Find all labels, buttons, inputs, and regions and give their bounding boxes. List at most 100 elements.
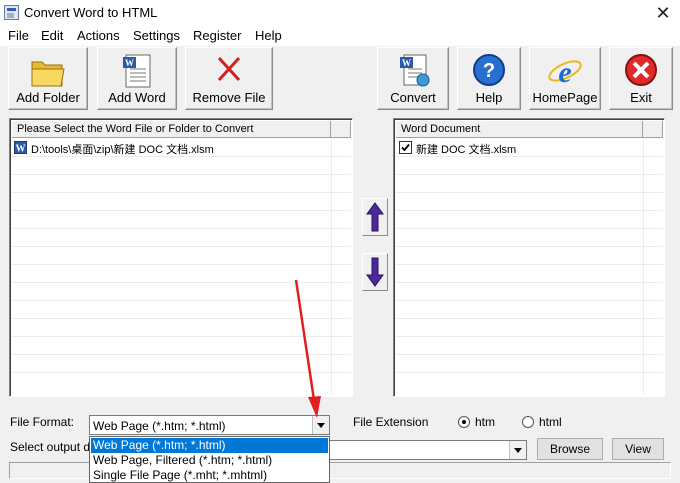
add-word-label: Add Word xyxy=(108,90,166,105)
list-item[interactable]: 新建 DOC 文档.xlsm xyxy=(396,139,643,156)
format-option-web-page[interactable]: Web Page (*.htm; *.html) xyxy=(91,438,328,453)
menu-register[interactable]: Register xyxy=(193,28,241,43)
svg-text:W: W xyxy=(125,58,134,68)
menu-help[interactable]: Help xyxy=(255,28,282,43)
grid-row-line xyxy=(396,354,663,355)
grid-row-line xyxy=(12,318,351,319)
remove-file-label: Remove File xyxy=(192,90,266,105)
menu-edit[interactable]: Edit xyxy=(41,28,63,43)
move-down-button[interactable] xyxy=(362,253,388,291)
exit-label: Exit xyxy=(630,90,652,105)
remove-x-icon xyxy=(217,56,241,82)
grid-row-line xyxy=(12,246,351,247)
exit-button[interactable]: Exit xyxy=(609,47,673,110)
grid-row-line xyxy=(396,174,663,175)
grid-row-line xyxy=(12,354,351,355)
check-icon xyxy=(401,143,410,152)
grid-row-line xyxy=(396,336,663,337)
chevron-down-icon xyxy=(317,423,325,428)
document-checkbox[interactable] xyxy=(399,141,412,154)
ext-html-radio[interactable] xyxy=(522,416,534,428)
grid-row-line xyxy=(396,282,663,283)
word-document-list[interactable]: Word Document 新建 DOC 文档.xlsm xyxy=(393,118,665,397)
source-list-header[interactable]: Please Select the Word File or Folder to… xyxy=(12,121,331,138)
grid-row-line xyxy=(12,228,351,229)
file-format-select[interactable]: Web Page (*.htm; *.html) xyxy=(89,415,330,435)
chevron-down-icon xyxy=(514,448,522,453)
internet-explorer-icon: e xyxy=(548,56,582,89)
browse-button[interactable]: Browse xyxy=(537,438,603,460)
grid-row-line xyxy=(396,228,663,229)
document-name: 新建 DOC 文档.xlsm xyxy=(416,144,517,156)
help-button[interactable]: ? Help xyxy=(457,47,521,110)
word-document-icon: W xyxy=(123,54,151,88)
ext-htm-label: htm xyxy=(475,415,496,429)
svg-text:e: e xyxy=(558,56,571,89)
svg-text:W: W xyxy=(402,58,411,68)
grid-row-line xyxy=(396,246,663,247)
arrow-down-icon xyxy=(366,257,384,287)
grid-row-line xyxy=(12,192,351,193)
grid-row-line xyxy=(12,174,351,175)
convert-label: Convert xyxy=(390,90,436,105)
menu-settings[interactable]: Settings xyxy=(133,28,180,43)
arrow-up-icon xyxy=(366,202,384,232)
exit-icon xyxy=(625,54,657,86)
grid-row-line xyxy=(12,336,351,337)
homepage-button[interactable]: e HomePage xyxy=(529,47,601,110)
grid-row-line xyxy=(12,372,351,373)
source-list-header-blank xyxy=(331,121,351,138)
output-folder-select[interactable] xyxy=(325,440,527,460)
convert-button[interactable]: W Convert xyxy=(377,47,449,110)
help-question-icon: ? xyxy=(473,54,505,86)
menu-file[interactable]: File xyxy=(8,28,29,43)
format-option-web-page-filtered[interactable]: Web Page, Filtered (*.htm; *.html) xyxy=(91,453,328,468)
grid-row-line xyxy=(12,264,351,265)
move-up-button[interactable] xyxy=(362,198,388,236)
file-format-options: Web Page (*.htm; *.html) Web Page, Filte… xyxy=(89,436,330,483)
word-file-icon: W xyxy=(14,141,27,154)
file-extension-label: File Extension xyxy=(353,415,429,429)
menu-bar: File Edit Actions Settings Register Help xyxy=(0,26,680,46)
output-folder-dropdown-button[interactable] xyxy=(509,441,526,459)
folder-icon xyxy=(31,61,65,87)
file-format-label: File Format: xyxy=(10,415,75,429)
svg-text:W: W xyxy=(16,144,26,155)
document-list-header-blank xyxy=(643,121,663,138)
help-label: Help xyxy=(475,90,503,105)
remove-file-button[interactable]: Remove File xyxy=(185,47,273,110)
convert-document-icon: W xyxy=(400,54,430,87)
format-option-single-file-page[interactable]: Single File Page (*.mht; *.mhtml) xyxy=(91,468,328,483)
title-bar: Convert Word to HTML ✕ xyxy=(0,0,680,26)
output-folder-label: Select output d xyxy=(10,440,91,454)
grid-row-line xyxy=(12,300,351,301)
grid-row-line xyxy=(396,300,663,301)
grid-row-line xyxy=(396,210,663,211)
list-item[interactable]: W D:\tools\桌面\zip\新建 DOC 文档.xlsm xyxy=(12,139,331,156)
grid-row-line xyxy=(396,372,663,373)
grid-row-line xyxy=(12,210,351,211)
app-icon xyxy=(4,5,19,20)
add-folder-button[interactable]: Add Folder xyxy=(8,47,88,110)
close-window-button[interactable]: ✕ xyxy=(650,2,676,24)
file-path: D:\tools\桌面\zip\新建 DOC 文档.xlsm xyxy=(31,144,214,156)
ext-htm-radio[interactable] xyxy=(458,416,470,428)
document-list-header[interactable]: Word Document xyxy=(396,121,643,138)
svg-text:?: ? xyxy=(483,60,495,82)
file-format-value: Web Page (*.htm; *.html) xyxy=(93,419,226,433)
file-format-dropdown-button[interactable] xyxy=(312,416,329,434)
view-button[interactable]: View xyxy=(612,438,664,460)
grid-divider xyxy=(643,138,644,395)
grid-row-line xyxy=(12,282,351,283)
homepage-label: HomePage xyxy=(532,90,598,105)
menu-actions[interactable]: Actions xyxy=(77,28,120,43)
source-file-list[interactable]: Please Select the Word File or Folder to… xyxy=(9,118,353,397)
grid-row-line xyxy=(396,264,663,265)
add-folder-label: Add Folder xyxy=(16,90,80,105)
ext-html-label: html xyxy=(539,415,562,429)
grid-row-line xyxy=(396,318,663,319)
grid-divider xyxy=(331,138,332,395)
grid-row-line xyxy=(396,192,663,193)
window-title: Convert Word to HTML xyxy=(24,5,158,20)
add-word-button[interactable]: W Add Word xyxy=(97,47,177,110)
